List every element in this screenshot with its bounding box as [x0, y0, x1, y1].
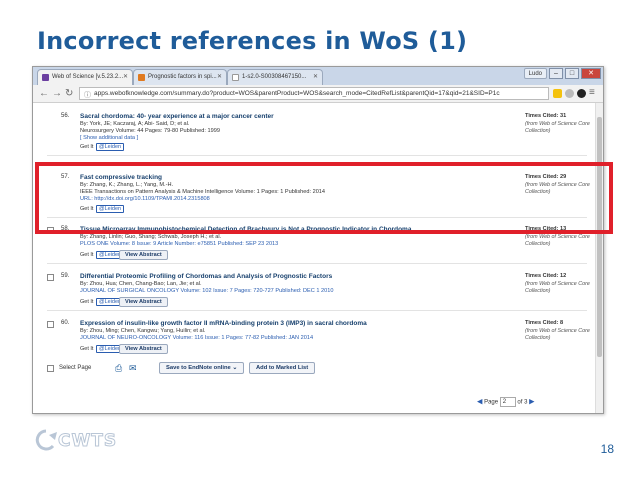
page-number-input[interactable]: 2 [499, 397, 516, 407]
record-title-link[interactable]: Expression of insulin-like growth factor… [80, 320, 367, 327]
record-authors: By: Zhou, Ming; Chen, Kangwu; Yang, Huil… [80, 328, 206, 334]
page-of-label: of [517, 399, 523, 406]
close-tab-icon[interactable]: ✕ [123, 73, 128, 80]
cited-source: (from Web of Science Core [525, 121, 590, 127]
tab-label: Web of Science [v.5.23.2... [52, 74, 124, 80]
slide-page-number: 18 [600, 442, 614, 456]
print-icon[interactable]: ⎙ [115, 363, 122, 374]
times-cited-link[interactable]: Times Cited: 31 [525, 113, 566, 119]
cited-source-2: Collection) [525, 241, 551, 247]
tab-bar: Web of Science [v.5.23.2... ✕ Prognostic… [33, 67, 603, 85]
view-abstract-button[interactable]: View Abstract [119, 344, 168, 354]
address-bar[interactable]: ⓘ apps.webofknowledge.com/summary.do?pro… [79, 87, 549, 100]
tab-web-of-science[interactable]: Web of Science [v.5.23.2... ✕ [37, 69, 133, 85]
window-controls: Ludo – □ ✕ [523, 68, 601, 80]
page-label: Page [484, 399, 499, 406]
add-to-marked-list-button[interactable]: Add to Marked List [249, 362, 316, 374]
document-favicon-icon [232, 74, 239, 81]
vertical-scrollbar[interactable] [595, 103, 603, 413]
tab-label: 1-s2.0-S00308467150... [242, 74, 307, 80]
record-checkbox[interactable] [47, 321, 54, 328]
email-icon[interactable]: ✉ [129, 363, 137, 374]
chevron-down-icon: ⌄ [232, 365, 238, 371]
browser-toolbar: ← → ↻ ⓘ apps.webofknowledge.com/summary.… [33, 85, 603, 103]
cited-source: (from Web of Science Core [525, 281, 590, 287]
show-additional-data-link[interactable]: [ Show additional data ] [80, 135, 138, 141]
bookmark-star-icon[interactable] [553, 89, 562, 98]
divider [47, 155, 587, 156]
record-journal: Neurosurgery Volume: 44 Pages: 79-80 Pub… [80, 128, 220, 134]
record-number: 60. [61, 320, 70, 326]
record-number: 56. [61, 113, 70, 119]
minimize-icon[interactable]: – [549, 68, 563, 79]
get-it-leiden-link[interactable]: Get It @Leiden [80, 298, 125, 306]
record-journal-link[interactable]: JOURNAL OF NEURO-ONCOLOGY Volume: 116 Is… [80, 335, 313, 341]
record-number: 59. [61, 273, 70, 279]
save-to-endnote-dropdown[interactable]: Save to EndNote online ⌄ [159, 362, 245, 374]
next-page-icon[interactable]: ▶ [529, 399, 534, 406]
tab-label: Prognostic factors in spi... [148, 74, 217, 80]
divider [47, 263, 587, 264]
record-authors: By: Zhang, Linlin; Guo, Shang; Schwab, J… [80, 234, 222, 240]
highlight-box [35, 162, 613, 234]
cited-source-2: Collection) [525, 128, 551, 134]
menu-icon[interactable]: ≡ [589, 87, 595, 98]
extension-icon[interactable] [565, 89, 574, 98]
record-authors: By: Zhou, Hua; Chen, Chang-Bao; Lan, Jie… [80, 281, 202, 287]
cwts-logo-icon [35, 429, 57, 451]
select-page-checkbox[interactable] [47, 365, 54, 372]
times-cited-link[interactable]: Times Cited: 12 [525, 273, 566, 279]
page-info-icon: ⓘ [84, 92, 91, 99]
times-cited-link[interactable]: Times Cited: 8 [525, 320, 563, 326]
maximize-icon[interactable]: □ [565, 68, 579, 79]
select-page-label: Select Page [59, 365, 92, 371]
tab-pdf[interactable]: 1-s2.0-S00308467150... ✕ [227, 69, 323, 85]
url-text: apps.webofknowledge.com/summary.do?produ… [94, 90, 500, 97]
record-title-link[interactable]: Sacral chordoma: 40- year experience at … [80, 113, 274, 120]
pagination: ◀ Page 2 of 3 ▶ [477, 397, 535, 407]
cited-source: (from Web of Science Core [525, 328, 590, 334]
view-abstract-button[interactable]: View Abstract [119, 297, 168, 307]
close-window-icon[interactable]: ✕ [581, 68, 601, 79]
scroll-thumb[interactable] [597, 117, 602, 357]
get-it-leiden-link[interactable]: Get It @Leiden [80, 251, 125, 259]
record-journal-link[interactable]: PLOS ONE Volume: 8 Issue: 9 Article Numb… [80, 241, 278, 247]
close-tab-icon[interactable]: ✕ [313, 73, 318, 80]
forward-arrow-icon[interactable]: → [52, 88, 62, 99]
results-page: 56. Sacral chordoma: 40- year experience… [33, 103, 603, 413]
get-it-leiden-link[interactable]: Get It @Leiden [80, 345, 125, 353]
divider [47, 310, 587, 311]
record-authors: By: York, JE; Kaczaraj, A; Abi- Said, D;… [80, 121, 190, 127]
browser-window: Web of Science [v.5.23.2... ✕ Prognostic… [32, 66, 604, 414]
cited-source: (from Web of Science Core [525, 234, 590, 240]
tab-prognostic-factors[interactable]: Prognostic factors in spi... ✕ [133, 69, 227, 85]
cited-source-2: Collection) [525, 288, 551, 294]
close-tab-icon[interactable]: ✕ [217, 73, 222, 80]
cited-source-2: Collection) [525, 335, 551, 341]
back-arrow-icon[interactable]: ← [39, 88, 49, 99]
article-favicon-icon [138, 74, 145, 81]
extension-dark-icon[interactable] [577, 89, 586, 98]
view-abstract-button[interactable]: View Abstract [119, 250, 168, 260]
page-total: 3 [524, 399, 528, 406]
slide-title: Incorrect references in WoS (1) [37, 27, 468, 55]
results-action-bar: Select Page ⎙ ✉ Save to EndNote online ⌄… [47, 361, 587, 377]
reload-icon[interactable]: ↻ [65, 88, 73, 99]
record-checkbox[interactable] [47, 274, 54, 281]
cwts-logo-text: CWTS [57, 431, 118, 452]
previous-page-icon[interactable]: ◀ [477, 399, 482, 406]
wos-favicon-icon [42, 74, 49, 81]
user-profile-chip[interactable]: Ludo [523, 68, 547, 79]
record-journal-link[interactable]: JOURNAL OF SURGICAL ONCOLOGY Volume: 102… [80, 288, 334, 294]
record-title-link[interactable]: Differential Proteomic Profiling of Chor… [80, 273, 332, 280]
get-it-leiden-link[interactable]: Get It @Leiden [80, 143, 125, 151]
